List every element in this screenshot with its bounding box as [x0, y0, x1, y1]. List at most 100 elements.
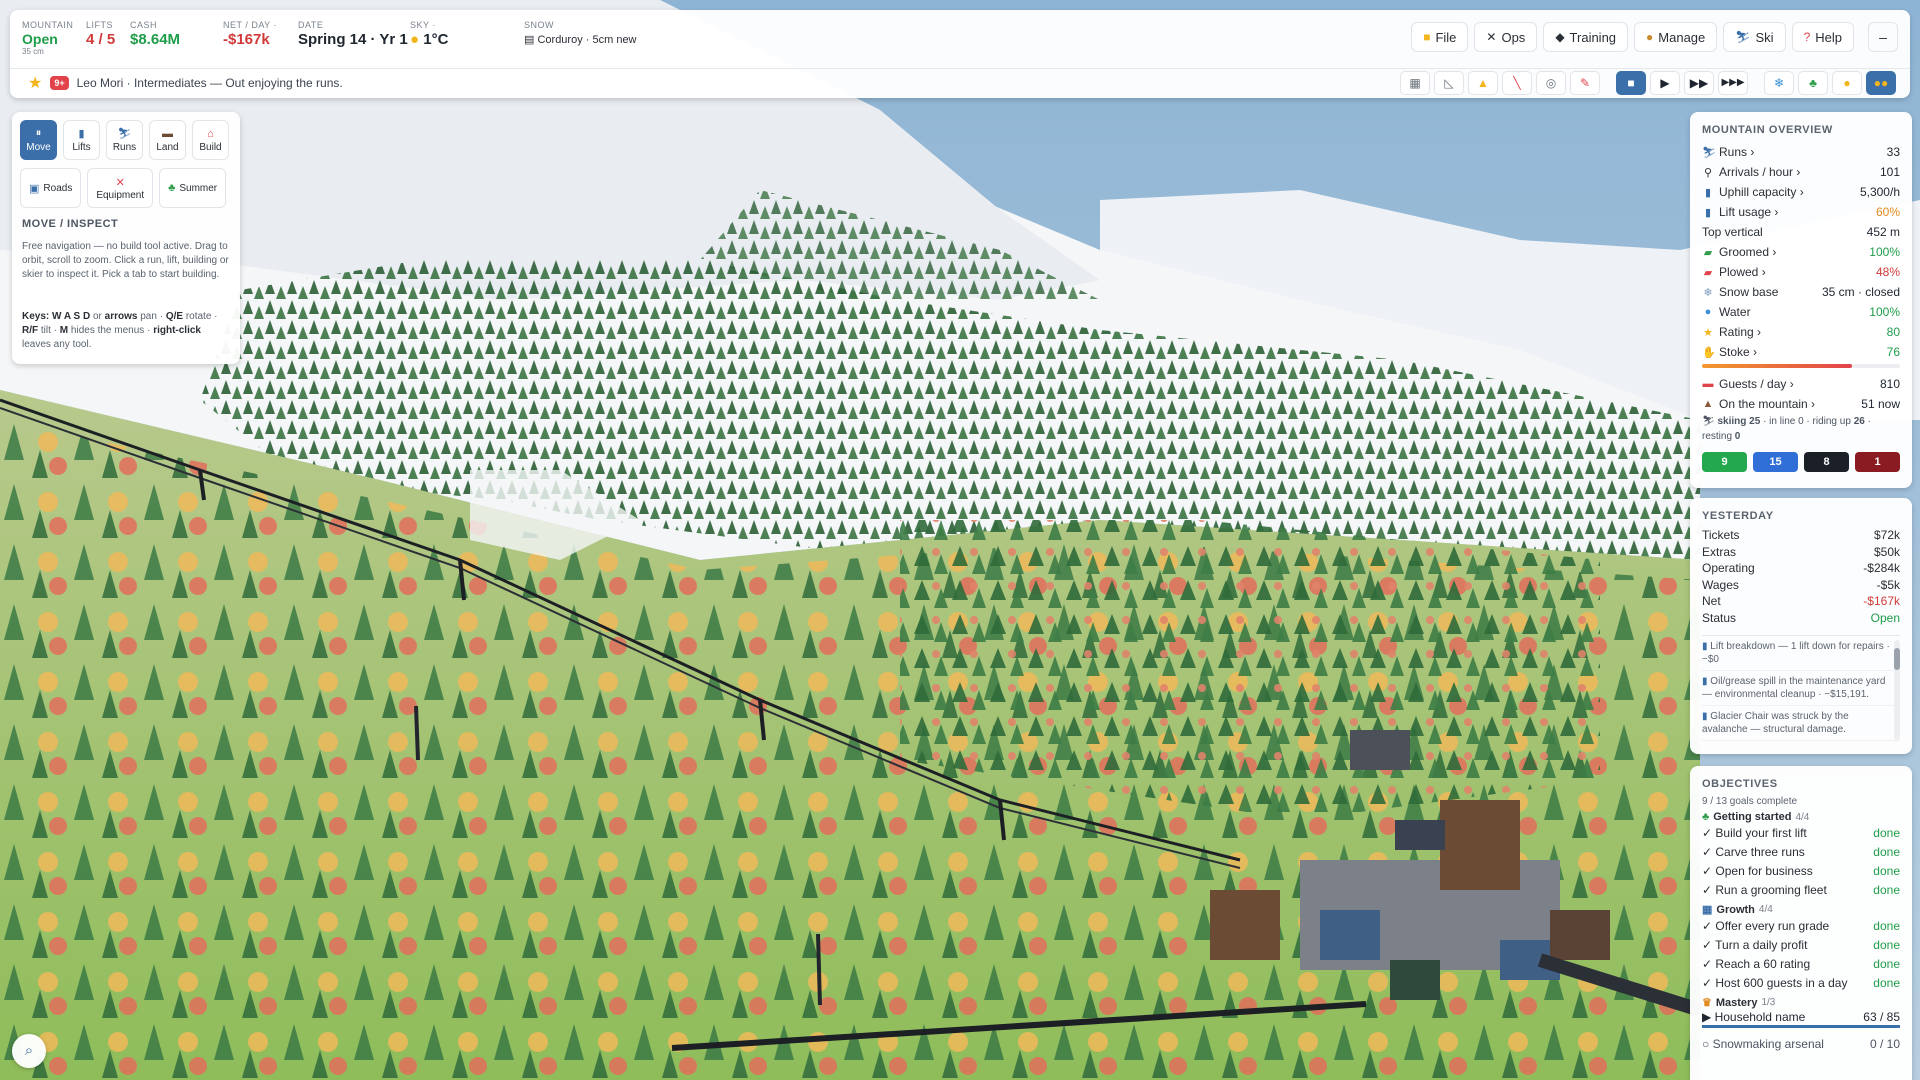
training-menu-button[interactable]: ◆ Training: [1543, 22, 1629, 52]
guest-ticker[interactable]: ★ 9+ Leo Mori · Intermediates — Out enjo…: [28, 73, 343, 93]
rating-value: 80: [1886, 325, 1900, 339]
summer-icon[interactable]: ♣: [1798, 71, 1828, 95]
fast-forward-icon[interactable]: ▶▶: [1684, 71, 1714, 95]
event-item[interactable]: ▮ Lift breakdown — 1 lift down for repai…: [1702, 636, 1900, 671]
groomed-value: 100%: [1869, 245, 1900, 259]
yesterday-extras: Extras $50k: [1702, 545, 1900, 562]
tree-icon: ♣: [168, 182, 176, 194]
tab-lifts-label: Lifts: [72, 142, 91, 153]
objective-item[interactable]: ✓ Carve three runs done: [1702, 842, 1900, 861]
ski-menu-button[interactable]: ⛷ Ski: [1723, 22, 1786, 52]
fastest-icon[interactable]: ▶▶▶: [1718, 71, 1748, 95]
notification-badge[interactable]: 9+: [50, 76, 69, 90]
objective-item-current[interactable]: ▶ Household name 63 / 85: [1702, 1009, 1900, 1028]
guests-label: Guests / day ›: [1719, 377, 1794, 391]
tab-equipment-label: Equipment: [96, 189, 145, 201]
tab-summer[interactable]: ♣ Summer: [159, 168, 227, 208]
snowflake-icon[interactable]: ❄: [1764, 71, 1794, 95]
objective-item[interactable]: ✓ Reach a 60 rating done: [1702, 954, 1900, 973]
overview-arrivals[interactable]: ⚲ Arrivals / hour › 101: [1702, 162, 1900, 182]
tab-land[interactable]: ▬ Land: [149, 120, 186, 160]
overview-uphill-capacity[interactable]: ▮ Uphill capacity › 5,300/h: [1702, 182, 1900, 202]
lifts-stat[interactable]: LIFTS 4 / 5: [86, 20, 115, 48]
objective-item[interactable]: ✓ Build your first lift done: [1702, 823, 1900, 842]
ops-menu-button[interactable]: ✕ Ops: [1474, 22, 1538, 52]
objective-item[interactable]: ○ Snowmaking arsenal 0 / 10: [1702, 1034, 1900, 1053]
guests-value: 810: [1879, 377, 1900, 391]
snowflake-icon: ❄: [1703, 286, 1713, 299]
objective-status: done: [1873, 956, 1900, 971]
tab-runs[interactable]: ⛷ Runs: [106, 120, 143, 160]
tab-equipment[interactable]: ✕ Equipment: [87, 168, 154, 208]
tab-roads[interactable]: ▣ Roads: [20, 168, 82, 208]
overview-groomed[interactable]: ▰ Groomed › 100%: [1702, 242, 1900, 262]
objective-item[interactable]: ✓ Host 600 guests in a day done: [1702, 973, 1900, 992]
sky-label: SKY ·: [410, 20, 436, 30]
event-log-scroll-thumb[interactable]: [1894, 648, 1900, 670]
warning-icon[interactable]: ▲: [1468, 71, 1498, 95]
manage-menu-button[interactable]: ● Manage: [1634, 22, 1718, 52]
snow-label: SNOW: [524, 20, 554, 30]
run-icon: ⛷: [117, 128, 132, 140]
key-arrows: arrows: [104, 311, 138, 322]
chart-icon: ▦: [1702, 904, 1713, 916]
tab-summer-label: Summer: [179, 182, 218, 194]
pause-icon[interactable]: ■: [1616, 71, 1646, 95]
plow-icon: ▰: [1703, 266, 1713, 279]
tab-build[interactable]: ⌂ Build: [192, 120, 229, 160]
cash-stat[interactable]: CASH $8.64M: [130, 20, 180, 48]
search-button[interactable]: ⌕: [12, 1034, 46, 1068]
objective-item[interactable]: ✓ Turn a daily profit done: [1702, 935, 1900, 954]
minimize-button[interactable]: –: [1868, 22, 1898, 52]
overview-lift-usage[interactable]: ▮ Lift usage › 60%: [1702, 202, 1900, 222]
arrivals-value: 101: [1879, 165, 1900, 179]
skiing-count: skiing 25: [1717, 416, 1761, 427]
overview-top-vertical: Top vertical 452 m: [1702, 222, 1900, 242]
net-per-day-stat[interactable]: NET / DAY · -$167k: [223, 20, 277, 48]
mountain-status[interactable]: MOUNTAIN Open 35 cm: [22, 20, 73, 56]
snow-stat[interactable]: SNOW ▤ Corduroy · 5cm new: [524, 20, 637, 46]
overview-guests[interactable]: ▬ Guests / day › 810: [1702, 374, 1901, 394]
blue-runs-count[interactable]: 15: [1753, 452, 1798, 472]
sunset-icon[interactable]: ●●: [1866, 71, 1896, 95]
overview-rating[interactable]: ★ Rating › 80: [1702, 322, 1900, 342]
wages-label: Wages: [1702, 577, 1739, 592]
tab-land-label: Land: [156, 141, 179, 153]
tab-move[interactable]: ⏸ Move: [20, 120, 57, 160]
sun-toggle-icon[interactable]: ●: [1832, 71, 1862, 95]
on-mountain-value: 51 now: [1861, 397, 1900, 411]
tab-lifts[interactable]: ▮ Lifts: [63, 120, 100, 160]
slope-icon[interactable]: ◺: [1434, 71, 1464, 95]
yesterday-net: Net -$167k: [1702, 594, 1900, 611]
overview-runs[interactable]: ⛷ Runs › 33: [1702, 142, 1900, 162]
ski-label: Ski: [1755, 29, 1774, 45]
play-icon[interactable]: ▶: [1650, 71, 1680, 95]
groomer-icon: ▤: [524, 34, 535, 46]
graduation-icon: ◆: [1555, 30, 1565, 44]
keys-text-2: pan ·: [140, 311, 164, 322]
green-runs-count[interactable]: 9: [1702, 452, 1747, 472]
sky-stat[interactable]: SKY · ● 1°C: [410, 20, 448, 48]
objectives-progress: 9 / 13 goals complete: [1702, 796, 1798, 807]
file-menu-button[interactable]: ■ File: [1411, 22, 1469, 52]
event-log[interactable]: ▮ Lift breakdown — 1 lift down for repai…: [1702, 635, 1900, 745]
objective-label: ✓ Open for business: [1702, 863, 1813, 878]
event-item[interactable]: ▮ Glacier Chair was struck by the avalan…: [1702, 706, 1900, 741]
overview-on-mountain[interactable]: ▲ On the mountain › 51 now: [1702, 394, 1900, 414]
ski-trail-icon[interactable]: ╲: [1502, 71, 1532, 95]
chart-icon[interactable]: ▦: [1400, 71, 1430, 95]
overview-stoke[interactable]: ✋ Stoke › 76: [1702, 342, 1900, 362]
overview-plowed[interactable]: ▰ Plowed › 48%: [1702, 262, 1900, 282]
overview-water: ● Water 100%: [1702, 302, 1900, 322]
mountain-world-view[interactable]: [0, 0, 1920, 1080]
black-runs-count[interactable]: 8: [1804, 452, 1849, 472]
event-item[interactable]: ▮ Oil/grease spill in the maintenance ya…: [1702, 671, 1900, 706]
objective-item[interactable]: ✓ Open for business done: [1702, 861, 1900, 880]
double-black-runs-count[interactable]: 1: [1855, 452, 1900, 472]
objective-item[interactable]: ✓ Offer every run grade done: [1702, 916, 1900, 935]
target-icon[interactable]: ◎: [1536, 71, 1566, 95]
paint-icon[interactable]: ✎: [1570, 71, 1600, 95]
objective-item[interactable]: ✓ Run a grooming fleet done: [1702, 880, 1900, 899]
help-menu-button[interactable]: ? Help: [1791, 22, 1854, 52]
yesterday-title: YESTERDAY: [1702, 510, 1774, 522]
